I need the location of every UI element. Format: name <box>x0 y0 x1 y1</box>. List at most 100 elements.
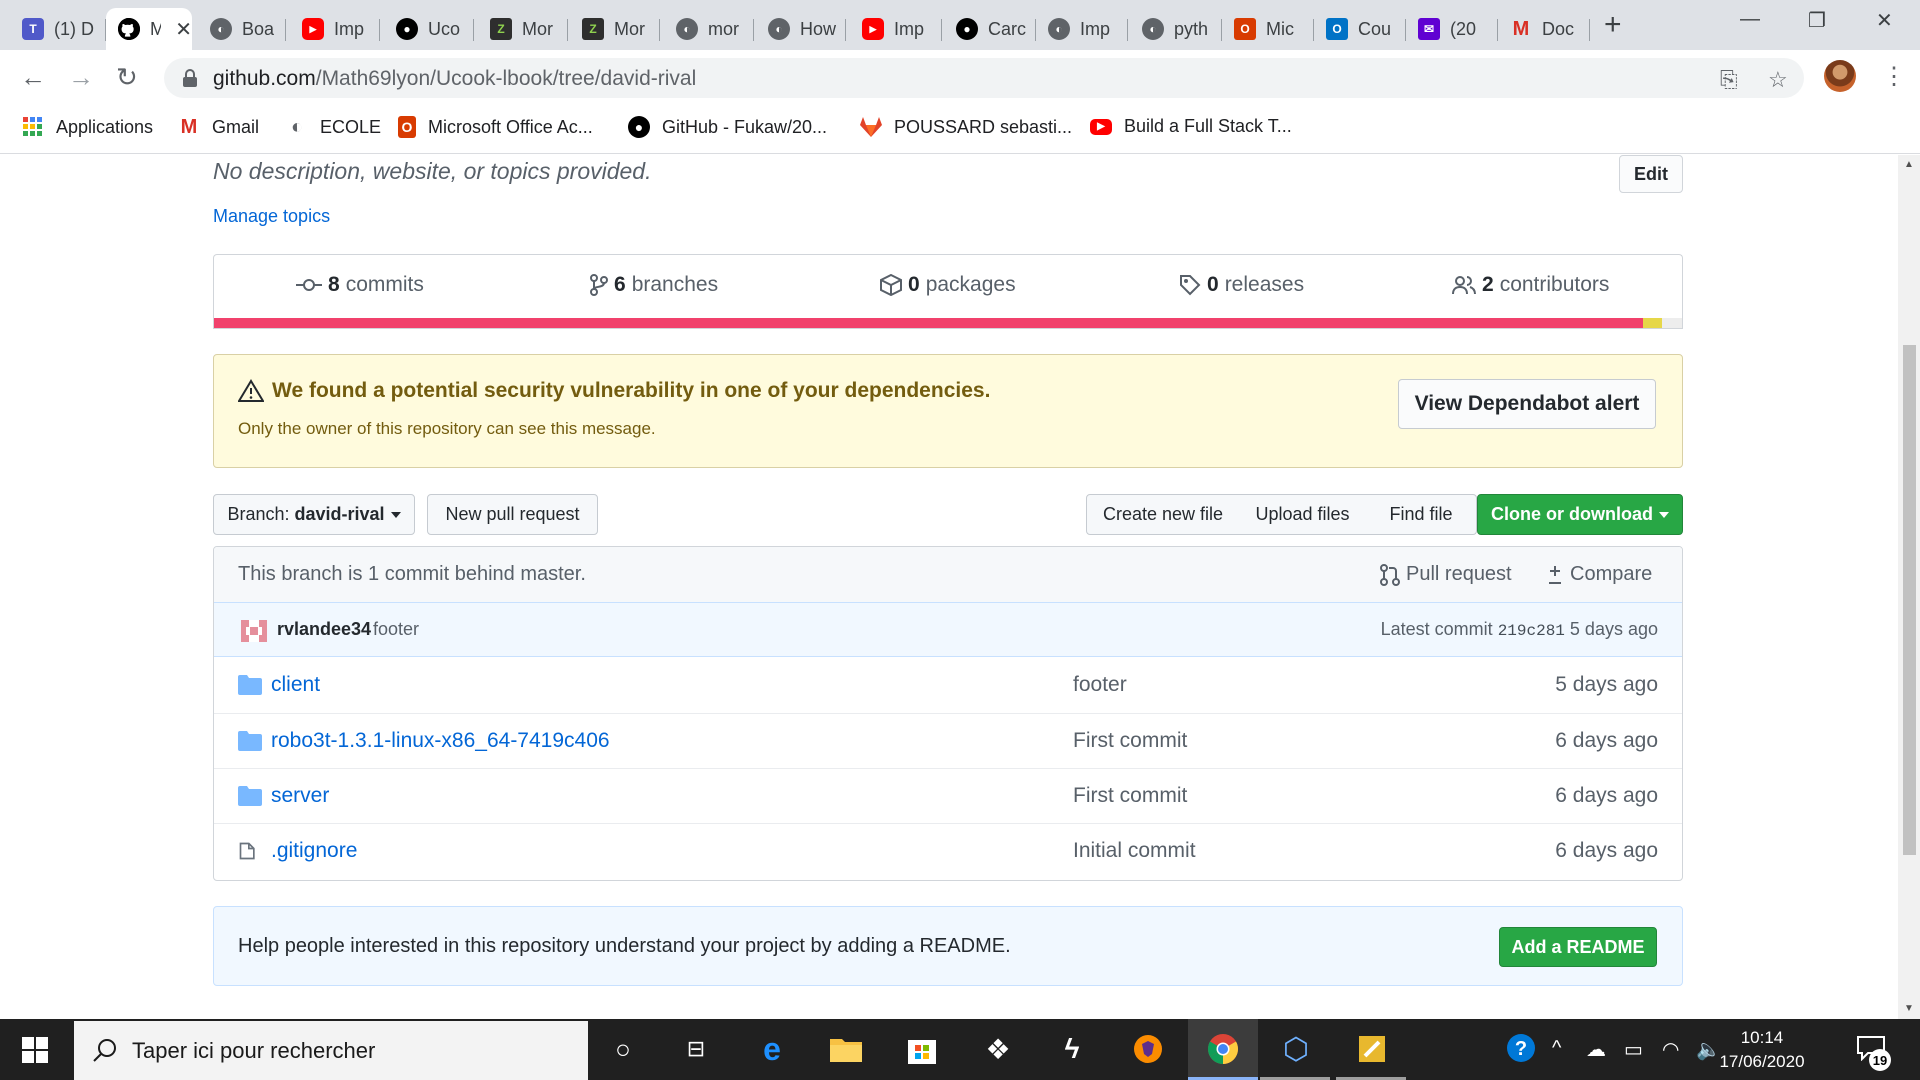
find-file-button[interactable]: Find file <box>1366 494 1477 535</box>
close-window-button[interactable]: ✕ <box>1876 8 1893 33</box>
branches-link[interactable]: 6 branches <box>590 273 718 297</box>
windows-start-icon[interactable] <box>22 1037 48 1063</box>
translate-icon[interactable]: ⎘ <box>1720 67 1738 93</box>
compare-link[interactable]: Compare <box>1546 563 1652 586</box>
bookmark-github[interactable]: ● GitHub - Fukaw/20... <box>628 116 827 138</box>
bookmark-office[interactable]: O Microsoft Office Ac... <box>398 116 593 138</box>
postman-icon[interactable]: ϟ <box>1054 1031 1090 1067</box>
file-row[interactable]: server First commit 6 days ago <box>214 768 1682 823</box>
battery-icon[interactable]: ▭ <box>1624 1037 1643 1062</box>
forward-button[interactable]: → <box>68 64 94 90</box>
browser-tab[interactable]: ◐ How <box>756 8 846 50</box>
reload-button[interactable]: ↻ <box>116 64 138 90</box>
commit-sha-link[interactable]: 219c281 <box>1498 622 1565 640</box>
file-name-link[interactable]: robo3t-1.3.1-linux-x86_64-7419c406 <box>271 729 610 753</box>
brave-icon[interactable] <box>1130 1031 1166 1067</box>
back-button[interactable]: ← <box>20 64 46 90</box>
restore-button[interactable]: ❐ <box>1808 8 1826 33</box>
browser-tab-active[interactable]: M ✕ <box>106 8 192 50</box>
edit-description-button[interactable]: Edit <box>1619 155 1683 193</box>
browser-tab[interactable]: Z Mor <box>570 8 660 50</box>
scroll-thumb[interactable] <box>1903 345 1916 855</box>
profile-avatar[interactable] <box>1824 60 1856 92</box>
file-commit-message[interactable]: Initial commit <box>1073 839 1196 863</box>
contributors-count: 2 <box>1482 273 1494 296</box>
tab-title: Imp <box>334 18 365 39</box>
close-tab-icon[interactable]: ✕ <box>175 17 192 42</box>
bookmark-label: Build a Full Stack T... <box>1124 116 1292 136</box>
bookmark-ecole[interactable]: ◐ ECOLE <box>286 116 381 138</box>
taskbar-search-box[interactable]: Taper ici pour rechercher <box>74 1021 588 1080</box>
scroll-up-icon[interactable]: ▲ <box>1904 159 1914 170</box>
commit-author-link[interactable]: rvlandee34 <box>277 619 371 640</box>
wifi-icon[interactable]: ◠ <box>1662 1037 1679 1062</box>
show-hidden-icons-chevron-icon[interactable]: ^ <box>1552 1037 1561 1060</box>
new-tab-button[interactable]: + <box>1604 10 1622 40</box>
branch-select-button[interactable]: Branch: david-rival <box>213 494 415 535</box>
app-icon[interactable] <box>1354 1031 1390 1067</box>
browser-tab[interactable]: ◐ Boa <box>198 8 286 50</box>
upload-files-button[interactable]: Upload files <box>1239 494 1367 535</box>
add-readme-button[interactable]: Add a README <box>1499 927 1657 967</box>
chrome-icon[interactable] <box>1205 1031 1241 1067</box>
bookmark-star-icon[interactable]: ☆ <box>1768 67 1788 93</box>
browser-tab[interactable]: Z Mor <box>478 8 568 50</box>
page-scrollbar[interactable]: ▲ ▼ <box>1898 155 1920 1019</box>
bookmark-gmail[interactable]: M Gmail <box>178 116 259 138</box>
manage-topics-link[interactable]: Manage topics <box>213 206 330 227</box>
browser-tab[interactable]: O Cou <box>1314 8 1406 50</box>
file-commit-message[interactable]: First commit <box>1073 729 1187 753</box>
file-name-link[interactable]: client <box>271 673 320 697</box>
file-row[interactable]: .gitignore Initial commit 6 days ago <box>214 823 1682 878</box>
browser-tab[interactable]: ▶ Imp <box>850 8 942 50</box>
bookmark-youtube[interactable]: ▶ Build a Full Stack T... <box>1090 116 1292 137</box>
file-name-link[interactable]: .gitignore <box>271 839 357 863</box>
cortana-icon[interactable]: ○ <box>605 1031 641 1067</box>
taskbar-clock[interactable]: 10:14 17/06/2020 <box>1714 1026 1810 1074</box>
browser-tab[interactable]: O Mic <box>1222 8 1314 50</box>
clone-or-download-button[interactable]: Clone or download <box>1477 494 1683 535</box>
scroll-down-icon[interactable]: ▼ <box>1904 1003 1914 1014</box>
browser-tab[interactable]: ✉ (20 <box>1406 8 1498 50</box>
chevron-down-icon <box>390 511 401 518</box>
file-name-link[interactable]: server <box>271 784 329 808</box>
file-row[interactable]: client footer 5 days ago <box>214 658 1682 713</box>
language-bar[interactable] <box>213 318 1683 329</box>
youtube-icon: ▶ <box>302 18 324 40</box>
browser-tab[interactable]: ● Carc <box>944 8 1036 50</box>
browser-tab[interactable]: ▶ Imp <box>290 8 380 50</box>
browser-tab[interactable]: ● Uco <box>384 8 474 50</box>
help-icon[interactable]: ? <box>1506 1033 1536 1063</box>
browser-tab[interactable]: M Doc <box>1498 8 1590 50</box>
browser-tab[interactable]: ◐ mor <box>664 8 754 50</box>
releases-link[interactable]: 0 releases <box>1179 273 1304 297</box>
contributors-link[interactable]: 2 contributors <box>1452 273 1609 297</box>
virtualbox-icon[interactable]: ⬡ <box>1278 1031 1314 1067</box>
task-view-icon[interactable]: ⊟ <box>678 1031 714 1067</box>
browser-menu-icon[interactable]: ⋮ <box>1882 62 1906 91</box>
pull-request-link[interactable]: Pull request <box>1380 563 1512 586</box>
file-row[interactable]: robo3t-1.3.1-linux-x86_64-7419c406 First… <box>214 713 1682 768</box>
file-commit-message[interactable]: footer <box>1073 673 1127 697</box>
browser-tab[interactable]: T (1) D <box>10 8 106 50</box>
browser-tab[interactable]: ◐ Imp <box>1036 8 1128 50</box>
create-new-file-button[interactable]: Create new file <box>1086 494 1240 535</box>
browser-tab[interactable]: ◐ pyth <box>1130 8 1222 50</box>
outlook-icon: O <box>1326 18 1348 40</box>
edge-icon[interactable]: e <box>754 1031 790 1067</box>
packages-link[interactable]: 0 packages <box>880 273 1016 297</box>
commits-link[interactable]: 8 commits <box>296 273 424 297</box>
avatar[interactable] <box>241 620 267 642</box>
bookmark-gitlab[interactable]: POUSSARD sebasti... <box>860 116 1072 138</box>
commit-message-link[interactable]: footer <box>373 619 419 640</box>
minimize-button[interactable]: — <box>1740 8 1760 31</box>
store-icon[interactable] <box>904 1031 940 1067</box>
bookmark-applications[interactable]: Applications <box>22 116 153 138</box>
dropbox-icon[interactable]: ❖ <box>980 1031 1016 1067</box>
file-explorer-icon[interactable] <box>828 1031 864 1067</box>
file-commit-message[interactable]: First commit <box>1073 784 1187 808</box>
address-bar[interactable]: github.com/Math69lyon/Ucook-lbook/tree/d… <box>164 58 1804 98</box>
new-pull-request-button[interactable]: New pull request <box>427 494 598 535</box>
view-dependabot-alert-button[interactable]: View Dependabot alert <box>1398 379 1656 429</box>
onedrive-icon[interactable]: ☁ <box>1586 1037 1606 1062</box>
